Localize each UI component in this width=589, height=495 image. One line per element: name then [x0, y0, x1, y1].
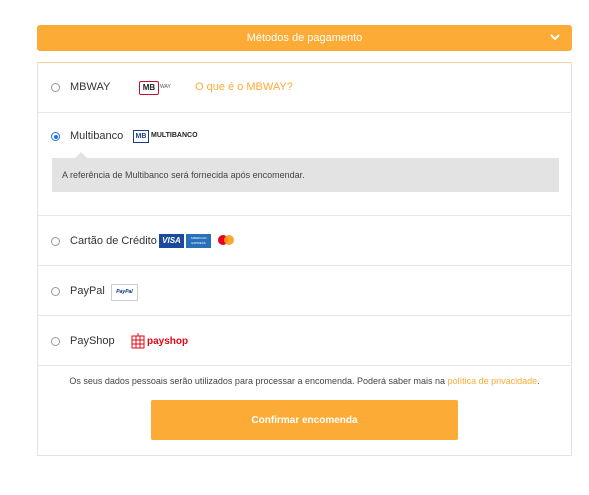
- radio-multibanco[interactable]: [51, 132, 60, 141]
- mbway-label: MBWAY: [70, 81, 111, 93]
- paypal-label: PayPal: [70, 285, 105, 297]
- radio-payshop[interactable]: [51, 337, 60, 346]
- credit-card-label: Cartão de Crédito: [70, 235, 157, 247]
- privacy-notice-text: Os seus dados pessoais serão utilizados …: [69, 376, 448, 386]
- visa-logo: VISA: [159, 234, 184, 248]
- payment-methods-panel: MBWAY MB WAY O que é o MBWAY? Multibanco…: [37, 62, 572, 456]
- radio-credit-card[interactable]: [51, 237, 60, 246]
- payshop-grid-icon: [131, 333, 145, 349]
- payment-methods-header[interactable]: Métodos de pagamento: [37, 25, 572, 51]
- payshop-logo: payshop: [131, 333, 191, 349]
- payment-option-paypal[interactable]: PayPal PayPal: [38, 266, 571, 316]
- radio-mbway[interactable]: [51, 83, 60, 92]
- multibanco-logo: MB MULTIBANCO: [133, 129, 213, 143]
- radio-paypal[interactable]: [51, 287, 60, 296]
- mbway-logo-mb: MB: [139, 81, 159, 95]
- header-title: Métodos de pagamento: [246, 32, 363, 44]
- mbway-logo: MB WAY: [139, 81, 175, 95]
- chevron-down-icon[interactable]: [548, 30, 562, 44]
- multibanco-info-text: A referência de Multibanco será fornecid…: [62, 170, 305, 180]
- mastercard-logo: [218, 235, 234, 245]
- privacy-notice-end: .: [537, 376, 540, 386]
- credit-cards-logo: VISA AMERICAN EXPRESS: [159, 234, 239, 249]
- multibanco-info-box: A referência de Multibanco será fornecid…: [52, 158, 559, 192]
- confirm-order-button[interactable]: Confirmar encomenda: [151, 400, 458, 440]
- payment-option-multibanco[interactable]: Multibanco MB MULTIBANCO A referência de…: [38, 113, 571, 216]
- payment-option-payshop[interactable]: PayShop payshop: [38, 316, 571, 366]
- multibanco-logo-mb: MB: [133, 130, 149, 143]
- mbway-info-link[interactable]: O que é o MBWAY?: [195, 81, 293, 93]
- amex-logo: AMERICAN EXPRESS: [186, 234, 211, 248]
- payment-option-credit-card[interactable]: Cartão de Crédito VISA AMERICAN EXPRESS: [38, 216, 571, 266]
- privacy-notice: Os seus dados pessoais serão utilizados …: [38, 376, 571, 386]
- payshop-label: PayShop: [70, 335, 115, 347]
- mbway-logo-way: WAY: [160, 84, 171, 90]
- paypal-logo: PayPal: [111, 284, 138, 301]
- multibanco-label: Multibanco: [70, 130, 124, 142]
- confirm-order-label: Confirmar encomenda: [251, 414, 358, 426]
- payment-option-mbway[interactable]: MBWAY MB WAY O que é o MBWAY?: [38, 63, 571, 113]
- payshop-logo-text: payshop: [147, 336, 189, 347]
- multibanco-logo-text: MULTIBANCO: [151, 132, 198, 139]
- privacy-policy-link[interactable]: política de privacidade: [448, 376, 538, 386]
